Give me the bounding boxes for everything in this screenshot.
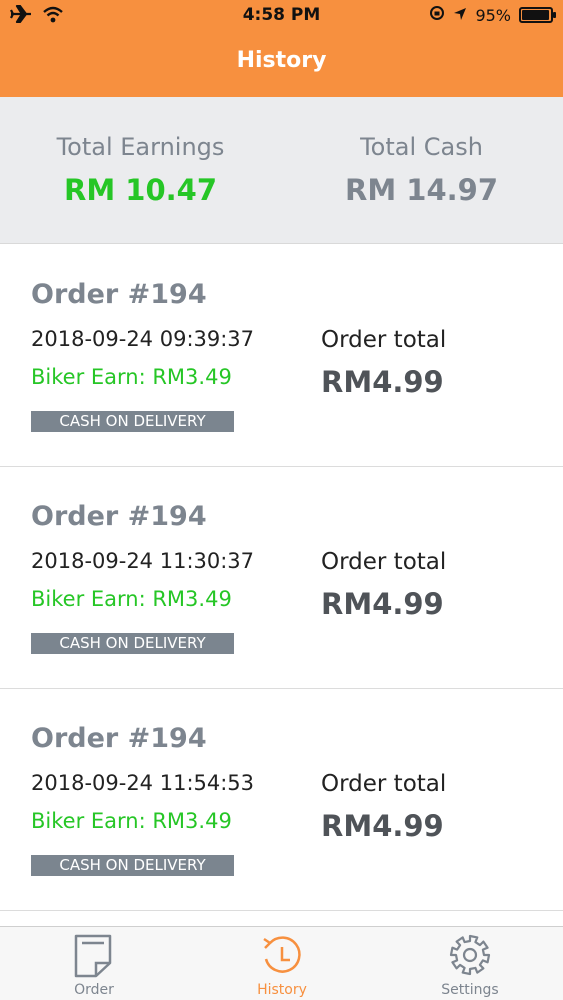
order-list-item[interactable]: Order #194 2018-09-24 11:30:37 Biker Ear… — [0, 467, 563, 689]
order-list-item[interactable]: Order #194 2018-09-24 09:39:37 Biker Ear… — [0, 245, 563, 467]
bottom-tab-bar: Order History Settings — [0, 926, 563, 1000]
order-total-label: Order total — [321, 327, 447, 353]
order-datetime: 2018-09-24 11:30:37 — [31, 549, 255, 573]
battery-icon — [519, 7, 556, 23]
order-history-list: Order #194 2018-09-24 09:39:37 Biker Ear… — [0, 245, 563, 911]
total-earnings-label: Total Earnings — [56, 133, 225, 161]
payment-method-badge: CASH ON DELIVERY — [31, 411, 234, 432]
tab-order[interactable]: Order — [0, 927, 188, 1000]
order-total-value: RM4.99 — [321, 809, 444, 843]
tab-history-label: History — [257, 982, 307, 998]
order-number: Order #194 — [31, 279, 207, 310]
total-earnings-value: RM 10.47 — [63, 173, 217, 207]
order-total-value: RM4.99 — [321, 365, 444, 399]
orientation-lock-icon — [429, 5, 445, 25]
payment-method-badge: CASH ON DELIVERY — [31, 633, 234, 654]
tab-settings[interactable]: Settings — [376, 927, 563, 1000]
biker-earn: Biker Earn: RM3.49 — [31, 809, 232, 833]
payment-method-badge: CASH ON DELIVERY — [31, 855, 234, 876]
status-bar: 4:58 PM 95% — [0, 0, 563, 32]
page-title: History — [236, 48, 327, 73]
battery-percent: 95% — [475, 5, 511, 25]
order-total-label: Order total — [321, 771, 447, 797]
total-earnings: Total Earnings RM 10.47 — [0, 133, 281, 207]
top-bar: 4:58 PM 95% History — [0, 0, 563, 97]
order-total-label: Order total — [321, 549, 447, 575]
order-list-item[interactable]: Order #194 2018-09-24 11:54:53 Biker Ear… — [0, 689, 563, 911]
location-arrow-icon — [453, 6, 467, 25]
order-number: Order #194 — [31, 501, 207, 532]
total-cash-value: RM 14.97 — [344, 173, 498, 207]
biker-earn: Biker Earn: RM3.49 — [31, 365, 232, 389]
total-cash: Total Cash RM 14.97 — [281, 133, 562, 207]
tab-order-label: Order — [74, 982, 114, 998]
order-datetime: 2018-09-24 11:54:53 — [31, 771, 255, 795]
order-total-value: RM4.99 — [321, 587, 444, 621]
order-number: Order #194 — [31, 723, 207, 754]
tab-settings-label: Settings — [441, 982, 499, 998]
tab-history[interactable]: History — [188, 927, 376, 1000]
order-datetime: 2018-09-24 09:39:37 — [31, 327, 255, 351]
biker-earn: Biker Earn: RM3.49 — [31, 587, 232, 611]
earnings-summary: Total Earnings RM 10.47 Total Cash RM 14… — [0, 97, 563, 244]
total-cash-label: Total Cash — [360, 133, 483, 161]
